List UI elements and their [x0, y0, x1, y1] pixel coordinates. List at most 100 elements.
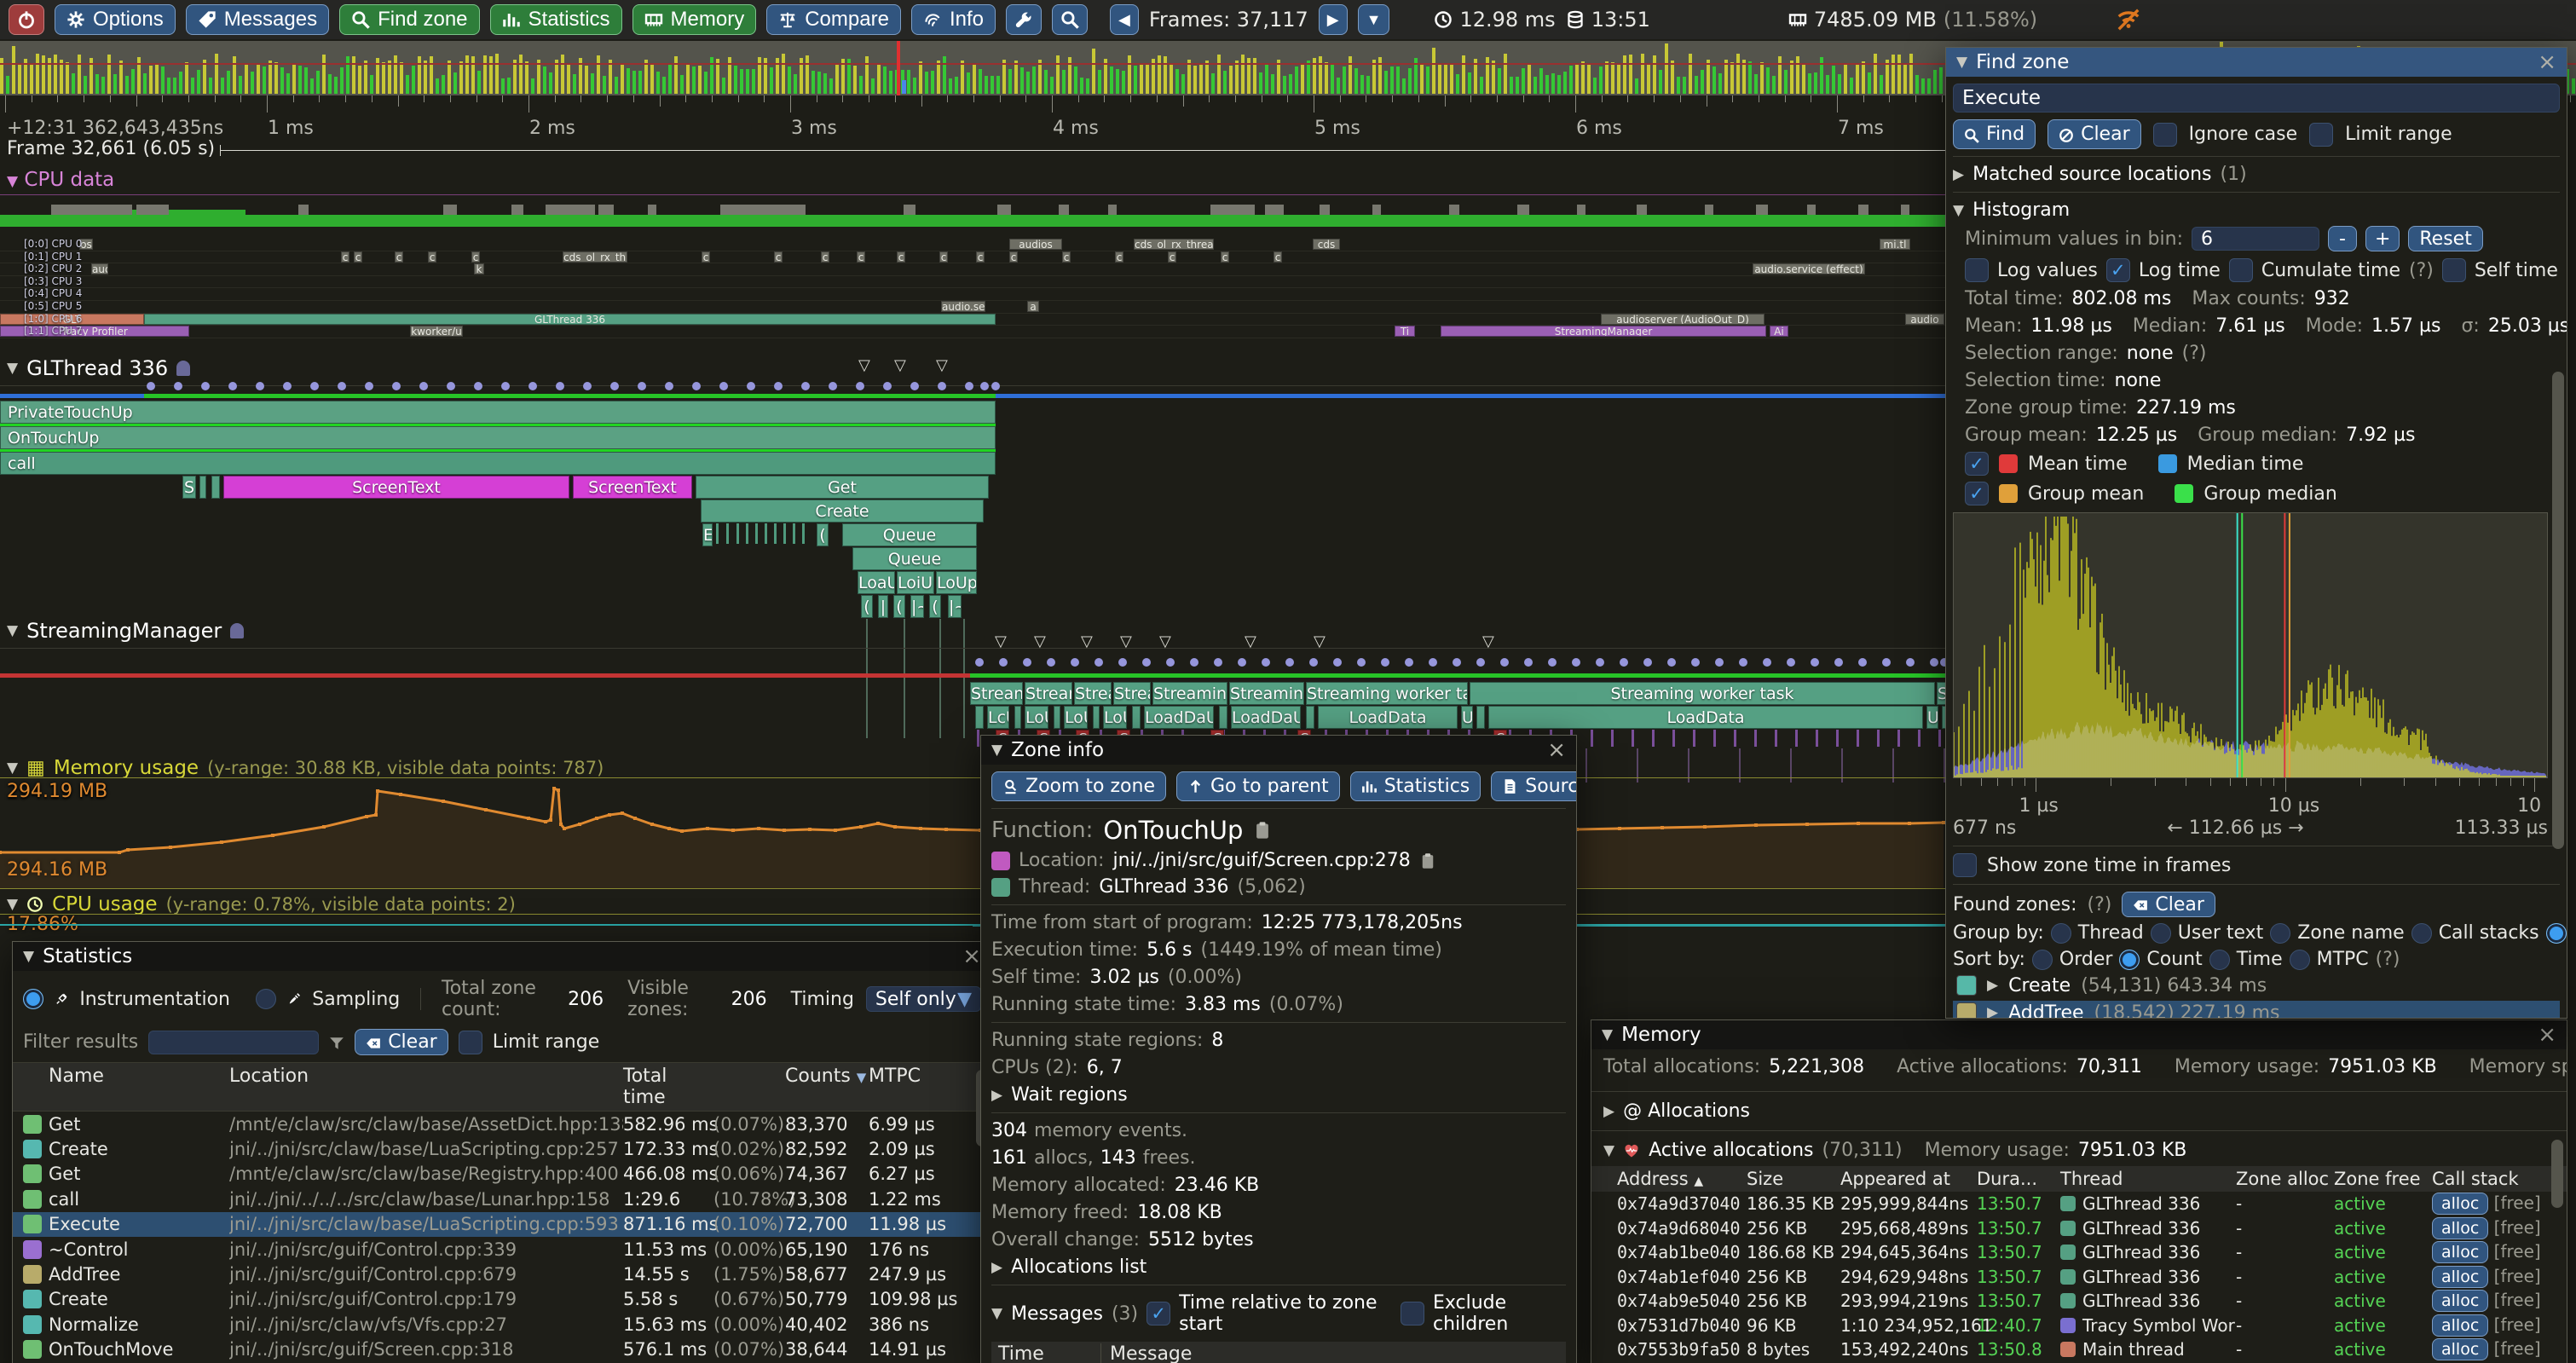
mtpc-radio[interactable]: [2290, 950, 2310, 970]
messages-button[interactable]: Messages: [186, 4, 329, 35]
lock-dot[interactable]: [1667, 658, 1676, 667]
zone-marker-icon[interactable]: ▽: [936, 356, 948, 374]
lock-dot[interactable]: [1285, 658, 1294, 667]
cpu-row-segment[interactable]: c: [395, 251, 403, 263]
alloc-callstack-button[interactable]: alloc: [2432, 1241, 2488, 1263]
zone-bar[interactable]: [1132, 706, 1141, 729]
filter-input[interactable]: [148, 1031, 319, 1054]
cpu-row-segment[interactable]: a: [1027, 301, 1039, 312]
alloc-callstack-button[interactable]: alloc: [2432, 1193, 2488, 1215]
lock-dot[interactable]: [1715, 658, 1724, 667]
allocation-row[interactable]: 0x74ab1be040186.68 KB294,645,364ns13:50.…: [1591, 1240, 2567, 1265]
lock-dot[interactable]: [856, 382, 864, 390]
zone-bar[interactable]: |: [878, 595, 888, 618]
clear-filter-button[interactable]: Clear: [355, 1029, 448, 1055]
collapse-icon[interactable]: ▶: [991, 1087, 1002, 1104]
zone-bar[interactable]: [1093, 706, 1100, 729]
lock-dot[interactable]: [747, 382, 755, 390]
cpu-row-segment[interactable]: c: [341, 251, 349, 263]
zone-marker-icon[interactable]: ▽: [1314, 632, 1326, 650]
zoom-tool-button[interactable]: [1052, 4, 1088, 35]
zone-bar[interactable]: LoaU: [858, 571, 895, 594]
zone-bar[interactable]: [199, 476, 206, 499]
collapse-icon[interactable]: ▼: [7, 360, 18, 377]
zone-bar[interactable]: U: [1926, 706, 1938, 729]
zone-bar[interactable]: (: [893, 595, 905, 618]
instrumentation-radio[interactable]: [23, 989, 43, 1009]
lock-dot[interactable]: [938, 382, 946, 390]
cpu-row-segment[interactable]: c: [471, 251, 480, 263]
alloc-callstack-button[interactable]: alloc: [2432, 1338, 2488, 1360]
allocation-row[interactable]: 0x74ab9e5040256 KB293,994,219ns13:50.7GL…: [1591, 1289, 2567, 1314]
lock-dot[interactable]: [1262, 658, 1270, 667]
alloc-callstack-button[interactable]: alloc: [2432, 1290, 2488, 1312]
zone-bar[interactable]: E: [702, 523, 713, 546]
zone-bar[interactable]: ScreenText: [223, 476, 569, 499]
collapse-icon[interactable]: ▼: [7, 896, 18, 913]
cpu-plot-header[interactable]: ▼CPU usage(y-range: 0.78%, visible data …: [7, 893, 516, 915]
close-icon[interactable]: ×: [1547, 739, 1566, 761]
memory-button[interactable]: Memory: [632, 4, 757, 35]
lock-dot[interactable]: [474, 382, 482, 390]
lock-dot[interactable]: [965, 382, 973, 390]
lock-dot[interactable]: [201, 382, 210, 390]
lock-dot[interactable]: [883, 382, 892, 390]
cpu-row-segment[interactable]: audio.se: [941, 301, 985, 312]
timing-select[interactable]: Self only▼: [866, 986, 981, 1012]
lock-dot[interactable]: [501, 382, 510, 390]
allocation-row[interactable]: 0x74ab1ef040256 KB294,629,948ns13:50.7GL…: [1591, 1265, 2567, 1290]
lock-dot[interactable]: [719, 382, 728, 390]
cpu-row-segment[interactable]: c: [354, 251, 362, 263]
lock-dot[interactable]: [1643, 658, 1652, 667]
zone-marker-icon[interactable]: ▽: [1245, 632, 1256, 650]
table-row[interactable]: Get/mnt/e/claw/src/claw/base/Registry.hp…: [13, 1162, 991, 1187]
table-row[interactable]: Createjni/../jni/src/claw/base/LuaScript…: [13, 1136, 991, 1161]
memory-usage-plot[interactable]: [0, 777, 1945, 888]
lock-dot[interactable]: [1047, 658, 1055, 667]
lock-dot[interactable]: [1214, 658, 1222, 667]
lock-dot[interactable]: [1309, 658, 1318, 667]
close-icon[interactable]: ×: [962, 945, 981, 967]
lock-dot[interactable]: [1333, 658, 1342, 667]
collapse-icon[interactable]: ▶: [1603, 1103, 1614, 1120]
zone-bar[interactable]: ScreenText: [573, 476, 692, 499]
table-row[interactable]: Executejni/../jni/src/claw/base/LuaScrip…: [13, 1212, 991, 1237]
cpu-row-segment[interactable]: c: [1115, 251, 1123, 263]
lock-dot[interactable]: [1763, 658, 1771, 667]
zone-bar[interactable]: Streaming: [1229, 682, 1304, 705]
zone-marker-icon[interactable]: ▽: [1120, 632, 1132, 650]
time-relative-checkbox[interactable]: [1146, 1302, 1170, 1325]
lock-dot[interactable]: [1882, 658, 1891, 667]
zone-marker-icon[interactable]: ▽: [995, 632, 1007, 650]
lock-dot[interactable]: [1071, 658, 1079, 667]
zone-info-titlebar[interactable]: ▼Zone info×: [981, 736, 1576, 765]
lock-dot[interactable]: [228, 382, 237, 390]
collapse-icon[interactable]: ▶: [1953, 166, 1964, 183]
cpu-row-segment[interactable]: audioserver (AudioOut_D): [1601, 314, 1765, 325]
lock-dot[interactable]: [174, 382, 182, 390]
lock-dot[interactable]: [1548, 658, 1557, 667]
memory-plot-header[interactable]: ▼▦Memory usage(y-range: 30.88 KB, visibl…: [7, 757, 604, 779]
col-time[interactable]: Time: [998, 1343, 1100, 1363]
zone-bar[interactable]: [975, 706, 984, 729]
lock-dot[interactable]: [365, 382, 373, 390]
cpu-row-segment[interactable]: cds: [1313, 239, 1340, 250]
cpu-row-segment[interactable]: c: [976, 251, 985, 263]
col-0[interactable]: Size: [1747, 1169, 1840, 1189]
col-5[interactable]: Zone free: [2334, 1169, 2432, 1189]
lock-dot[interactable]: [1620, 658, 1628, 667]
cpu-row-segment[interactable]: audios: [1009, 239, 1062, 250]
close-icon[interactable]: ×: [2538, 1024, 2556, 1046]
col-mtpc[interactable]: MTPC: [869, 1066, 969, 1108]
lock-dot[interactable]: [256, 382, 264, 390]
table-row[interactable]: Get/mnt/e/claw/src/claw/base/AssetDict.h…: [13, 1112, 991, 1136]
lock-dot[interactable]: [1118, 658, 1127, 667]
source-button[interactable]: Source: [1491, 771, 1577, 801]
lock-dot[interactable]: [1190, 658, 1198, 667]
lock-dot[interactable]: [1142, 658, 1151, 667]
cpu-row-segment[interactable]: k: [474, 263, 484, 274]
lock-dot[interactable]: [1095, 658, 1103, 667]
lock-dot[interactable]: [1596, 658, 1604, 667]
alloc-callstack-button[interactable]: alloc: [2432, 1314, 2488, 1337]
cpu-row-segment[interactable]: c: [702, 251, 710, 263]
